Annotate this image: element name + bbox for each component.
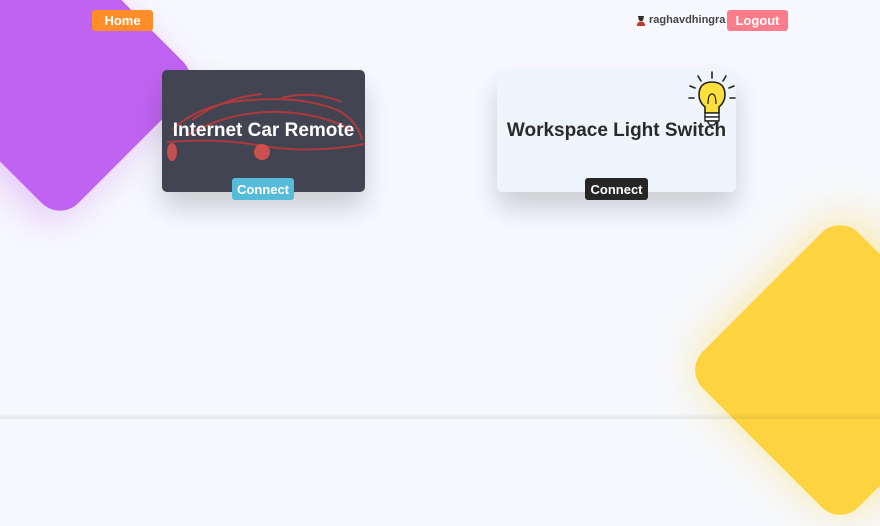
- yellow-decorative-shape: [684, 214, 880, 526]
- bottom-shadow-bar: [0, 413, 880, 419]
- username: raghavdhingra: [649, 14, 726, 26]
- logout-button[interactable]: Logout: [727, 10, 788, 31]
- connect-car-button[interactable]: Connect: [232, 178, 294, 200]
- light-bulb-icon: [688, 71, 736, 126]
- card-title: Internet Car Remote: [172, 120, 355, 141]
- internet-car-remote-card: Internet Car Remote: [162, 70, 365, 192]
- user-info: raghavdhingra: [636, 14, 725, 26]
- user-avatar-icon: [636, 15, 646, 26]
- home-button[interactable]: Home: [92, 10, 153, 31]
- connect-light-button[interactable]: Connect: [585, 178, 648, 200]
